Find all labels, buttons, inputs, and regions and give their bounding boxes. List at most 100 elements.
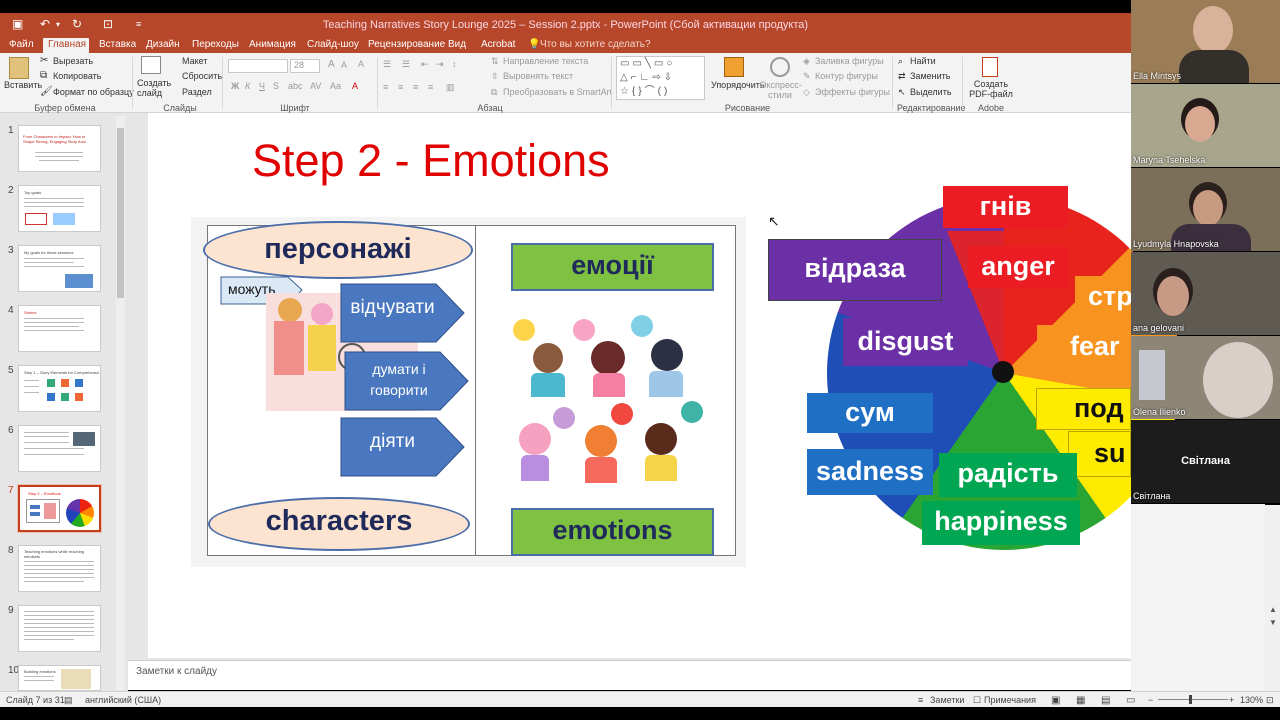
quick-styles-icon[interactable] (770, 57, 790, 77)
shapes-gallery[interactable]: ▭▭╲▭○ △⌐∟⇨⇩ ☆{}⌒() (616, 56, 705, 100)
reset-button[interactable]: Сбросить (182, 71, 222, 81)
slide-scrollbar[interactable]: ▲ ▼ (1265, 505, 1280, 691)
shape-outline-button[interactable]: Контур фигуры (815, 71, 878, 81)
fit-to-window-icon[interactable]: ⊡ (1266, 695, 1274, 706)
slide-canvas[interactable]: Step 2 - Emotions персонажі можуть відчу… (148, 113, 1181, 658)
numbering-icon[interactable]: ☰ (402, 59, 410, 70)
thumbnail-9[interactable] (18, 605, 101, 652)
shape-effects-button[interactable]: Эффекты фигуры (815, 87, 890, 97)
create-pdf-button[interactable]: Создать PDF-файл (967, 79, 1015, 99)
notes-pane[interactable]: Заметки к слайду (128, 660, 1131, 690)
justify-icon[interactable]: ≡ (428, 82, 433, 92)
bold-icon[interactable]: Ж (231, 81, 239, 91)
underline-icon[interactable]: Ч (259, 81, 265, 91)
tab-review[interactable]: Рецензирование (363, 38, 450, 53)
participant-tile-1[interactable]: Ella Mintsys (1131, 0, 1280, 83)
find-button[interactable]: Найти (910, 56, 936, 66)
tab-acrobat[interactable]: Acrobat (476, 38, 520, 53)
pdf-icon[interactable] (982, 57, 998, 77)
zoom-level[interactable]: 130% (1240, 695, 1263, 705)
slide-title[interactable]: Step 2 - Emotions (252, 135, 610, 187)
scroll-thumb[interactable] (117, 128, 124, 298)
case-icon[interactable]: Aa (330, 81, 341, 91)
align-right-icon[interactable]: ≡ (413, 82, 418, 92)
tab-slideshow[interactable]: Слайд-шоу (302, 38, 364, 53)
select-button[interactable]: Выделить (910, 87, 952, 97)
spellcheck-icon[interactable]: ▤ (64, 695, 73, 706)
new-slide-icon[interactable] (141, 56, 161, 74)
shrink-font-icon[interactable]: A (341, 60, 347, 70)
replace-button[interactable]: Заменить (910, 71, 950, 81)
tab-view[interactable]: Вид (443, 38, 471, 53)
bullets-icon[interactable]: ☰ (383, 59, 391, 70)
slideshow-icon[interactable]: ▭ (1126, 695, 1135, 706)
cut-button[interactable]: Вырезать (53, 56, 93, 66)
arrange-icon[interactable] (724, 57, 744, 77)
tab-insert[interactable]: Вставка (94, 38, 141, 53)
notes-placeholder[interactable]: Заметки к слайду (136, 666, 217, 677)
slide-counter[interactable]: Слайд 7 из 31 (6, 695, 65, 705)
arrange-button[interactable]: Упорядочить (711, 80, 765, 90)
participant-tile-3[interactable]: Lyudmyla Hnapovska (1131, 168, 1280, 251)
align-left-icon[interactable]: ≡ (383, 82, 388, 92)
participant-tile-6[interactable]: Світлана Світлана (1131, 420, 1280, 503)
normal-view-icon[interactable]: ▣ (1051, 695, 1060, 706)
thumbnail-7-selected[interactable]: Step 2 – Emotions (18, 485, 101, 532)
prev-slide-icon[interactable]: ▲ (1269, 605, 1277, 614)
zoom-slider-thumb[interactable] (1189, 695, 1192, 704)
align-center-icon[interactable]: ≡ (398, 82, 403, 92)
quick-styles-button[interactable]: Экспресс-стили (760, 80, 802, 100)
tab-transitions[interactable]: Переходы (187, 38, 244, 53)
zoom-in-icon[interactable]: + (1229, 695, 1234, 705)
tab-animations[interactable]: Анимация (244, 38, 301, 53)
thumbnails-scrollbar[interactable] (116, 116, 125, 690)
align-text-button[interactable]: Выровнять текст (503, 71, 573, 81)
italic-icon[interactable]: К (245, 81, 250, 91)
thumbnail-2[interactable]: Top goals (18, 185, 101, 232)
smartart-button[interactable]: Преобразовать в SmartArt (503, 87, 612, 97)
line-spacing-icon[interactable]: ↕ (452, 59, 457, 69)
shape-fill-button[interactable]: Заливка фигуры (815, 56, 884, 66)
thumbnail-5[interactable]: Step 1 – Story Elements for Comprehensio… (18, 365, 101, 412)
language-indicator[interactable]: английский (США) (85, 695, 161, 705)
paste-button[interactable]: Вставить (4, 80, 42, 90)
zoom-slider[interactable] (1158, 699, 1228, 700)
format-painter-button[interactable]: Формат по образцу (53, 87, 134, 97)
reading-view-icon[interactable]: ▤ (1101, 695, 1110, 706)
participant-tile-4[interactable]: ana gelovani (1131, 252, 1280, 335)
thumbnail-6[interactable] (18, 425, 101, 472)
tab-home[interactable]: Главная (43, 38, 89, 53)
text-direction-button[interactable]: Направление текста (503, 56, 588, 66)
spacing-icon[interactable]: AV (310, 81, 321, 91)
participant-tile-5[interactable]: Olena Ilienko (1131, 336, 1280, 419)
grow-font-icon[interactable]: A (328, 59, 335, 70)
zoom-out-icon[interactable]: − (1148, 695, 1153, 705)
font-name-input[interactable] (228, 59, 288, 73)
shadow-icon[interactable]: S (273, 81, 279, 91)
thumbnail-8[interactable]: Teaching emotions while reaching mindset… (18, 545, 101, 592)
thumbnail-10[interactable]: Building emotions (18, 665, 101, 691)
tell-me-input[interactable]: Что вы хотите сделать? (535, 38, 656, 53)
slide-sorter-icon[interactable]: ▦ (1076, 695, 1085, 706)
layout-button[interactable]: Макет (182, 56, 207, 66)
columns-icon[interactable]: ▥ (446, 82, 455, 93)
section-button[interactable]: Раздел (182, 87, 212, 97)
increase-indent-icon[interactable]: ⇥ (436, 59, 444, 70)
thumbnail-3[interactable]: My goals for these sessions (18, 245, 101, 292)
strikethrough-icon[interactable]: abc (288, 81, 303, 91)
font-color-icon[interactable]: A (352, 81, 358, 91)
decrease-indent-icon[interactable]: ⇤ (421, 59, 429, 70)
tab-design[interactable]: Дизайн (141, 38, 185, 53)
copy-button[interactable]: Копировать (53, 71, 101, 81)
comments-toggle[interactable]: Примечания (984, 695, 1036, 705)
participant-tile-2[interactable]: Maryna Tsehelska (1131, 84, 1280, 167)
clear-format-icon[interactable]: A (358, 59, 364, 69)
paste-icon[interactable] (9, 57, 29, 79)
tab-file[interactable]: Файл (4, 38, 39, 53)
next-slide-icon[interactable]: ▼ (1269, 618, 1277, 627)
font-size-input[interactable]: 28 (290, 59, 320, 73)
thumbnail-1[interactable]: From Characters to Impact: How to Shape … (18, 125, 101, 172)
notes-toggle[interactable]: Заметки (930, 695, 964, 705)
new-slide-button[interactable]: Создать слайд (137, 78, 171, 98)
thumbnail-4[interactable]: Stories (18, 305, 101, 352)
